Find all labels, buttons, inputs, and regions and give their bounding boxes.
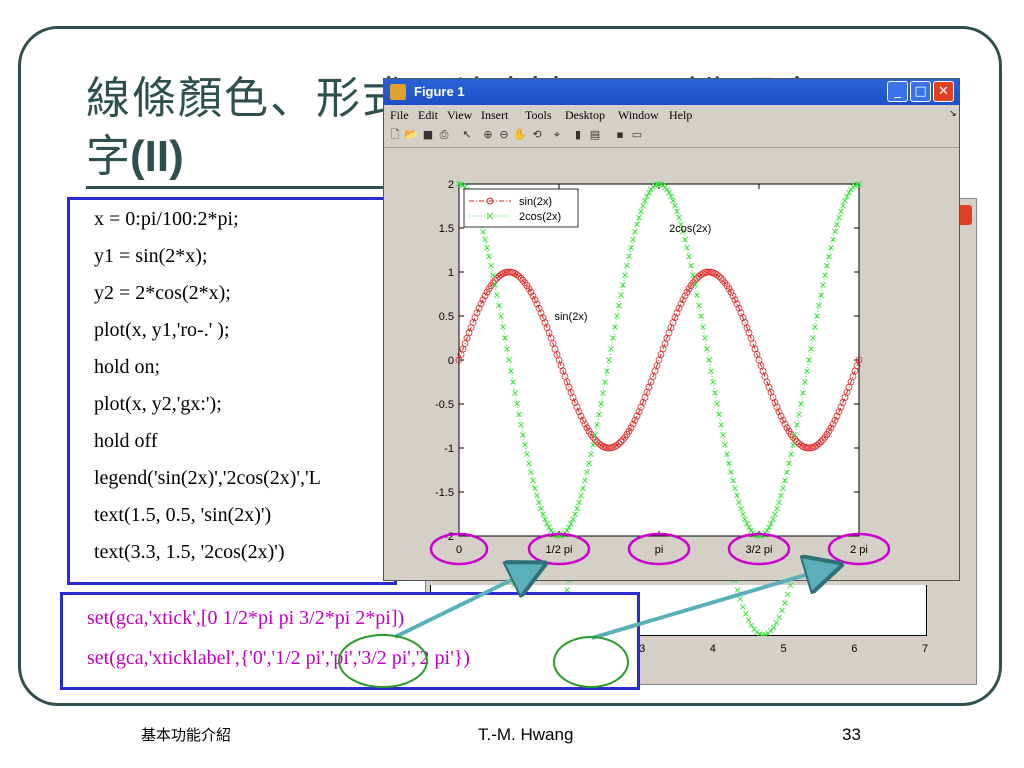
maximize-icon[interactable]: □ [910,81,931,102]
legend-label: sin(2x) [519,196,552,208]
data-point [773,619,780,626]
y-tick-label: 0 [448,355,454,367]
y-tick-label: -1.5 [435,487,454,499]
colorbar-icon[interactable]: ▮ [571,128,585,142]
menu-window[interactable]: Window [618,108,659,123]
y-tick-label: -0.5 [435,399,454,411]
data-point [745,617,752,623]
slide-title-roman: (II) [130,132,184,181]
legend-label: 2cos(2x) [519,211,561,223]
hide-plot-tools-icon[interactable]: ▪ [613,128,627,142]
x-tick-label: 2 pi [850,544,868,556]
figure-toolbar: 🗋 📂 ■ ⎙ ↖ ⊕ ⊖ ✋ ⟲ ⌖ ▮ ▤ ▪ ▭ [384,125,959,148]
data-cursor-icon[interactable]: ⌖ [550,128,564,142]
back-close-icon[interactable] [958,205,972,225]
menu-help[interactable]: Help [669,108,692,123]
code-line: y1 = sin(2*x); [94,245,208,267]
code-line: legend('sin(2x)','2cos(2x)','L [94,467,321,489]
axes-box [458,183,860,537]
y-tick-label: 0.5 [439,311,454,323]
code-line: x = 0:pi/100:2*pi; [94,208,239,230]
highlight-circle-2pi [553,636,629,688]
data-point [742,611,749,617]
plot-text-annotation: 2cos(2x) [669,223,711,235]
matlab-icon [390,84,406,100]
footer-course: 基本功能介紹 [141,726,232,744]
menu-insert[interactable]: Insert [481,108,508,123]
zoom-out-icon[interactable]: ⊖ [497,128,511,142]
figure-window: Figure 1 _ □ ✕ File Edit View Insert Too… [383,78,960,581]
menu-tools[interactable]: Tools [525,108,552,123]
y-tick-label: 1.5 [439,223,454,235]
legend: sin(2x) 2cos(2x) [463,188,579,228]
pan-hand-icon[interactable]: ✋ [513,128,527,142]
data-point [768,628,774,634]
legend-icon[interactable]: ▤ [588,128,602,142]
data-point [782,600,788,606]
code-box: x = 0:pi/100:2*pi; y1 = sin(2*x); y2 = 2… [67,197,397,585]
rotate-3d-icon[interactable]: ⟲ [530,128,544,142]
show-plot-tools-icon[interactable]: ▭ [630,128,644,142]
x-tick-label: 0 [456,544,462,556]
code-line: text(1.5, 0.5, 'sin(2x)') [94,504,272,526]
menu-overflow-icon[interactable]: ↘ [949,108,957,119]
print-icon[interactable]: ⎙ [437,128,451,142]
figure-menubar: File Edit View Insert Tools Desktop Wind… [384,106,959,124]
title-underline [86,186,386,189]
data-point [740,604,746,610]
back-x-tick-label: 5 [781,643,787,655]
y-tick-label: 2 [448,179,454,191]
data-point [779,607,785,614]
code-line: y2 = 2*cos(2*x); [94,282,231,304]
data-point [737,596,743,602]
y-tick-label: 1 [448,267,454,279]
back-x-tick-label: 6 [851,643,857,655]
code-line: text(3.3, 1.5, '2cos(2x)') [94,541,285,563]
code-line: plot(x, y2,'gx:'); [94,393,222,415]
data-point [734,587,741,593]
back-x-tick-label: 4 [710,643,716,655]
x-tick-label: pi [655,544,664,556]
close-icon[interactable]: ✕ [933,81,954,102]
minimize-icon[interactable]: _ [887,81,908,102]
data-point [511,582,517,589]
edit-plot-arrow-icon[interactable]: ↖ [460,128,474,142]
slide-title-line2: 字(II) [86,120,184,184]
slide-title-char: 字 [86,131,130,182]
zoom-in-icon[interactable]: ⊕ [481,128,495,142]
data-point [784,591,791,598]
data-point [754,629,760,636]
data-point [787,582,794,589]
menu-view[interactable]: View [447,108,472,123]
plot-text-annotation: sin(2x) [554,311,587,323]
menu-edit[interactable]: Edit [418,108,438,123]
x-tick-label: 3/2 pi [746,544,773,556]
new-figure-icon[interactable]: 🗋 [388,128,402,142]
footer-author: T.-M. Hwang [478,725,574,744]
footer-page-number: 33 [842,725,861,744]
highlight-circle-half-pi [338,634,428,688]
x-tick-label: 1/2 pi [546,544,573,556]
code-line: hold off [94,430,158,452]
code-line: hold on; [94,356,161,378]
set-xtick-line: set(gca,'xtick',[0 1/2*pi pi 3/2*pi 2*pi… [87,607,405,629]
data-point [748,622,755,628]
open-file-icon[interactable]: 📂 [404,128,418,142]
menu-file[interactable]: File [390,108,409,123]
menu-desktop[interactable]: Desktop [565,108,605,123]
data-point [770,624,777,631]
data-point [776,614,783,620]
plot-area: 21.510.50-0.5-1-1.5-20 1/2 pi pi 3/2 pi 2 pi… [429,179,891,566]
save-icon[interactable]: ■ [421,128,435,142]
back-x-tick-label: 7 [922,643,928,655]
figure-titlebar[interactable]: Figure 1 _ □ ✕ [384,79,959,105]
y-tick-label: -1 [444,443,454,455]
figure-title: Figure 1 [414,84,465,99]
code-line: plot(x, y1,'ro-.' ); [94,319,230,341]
